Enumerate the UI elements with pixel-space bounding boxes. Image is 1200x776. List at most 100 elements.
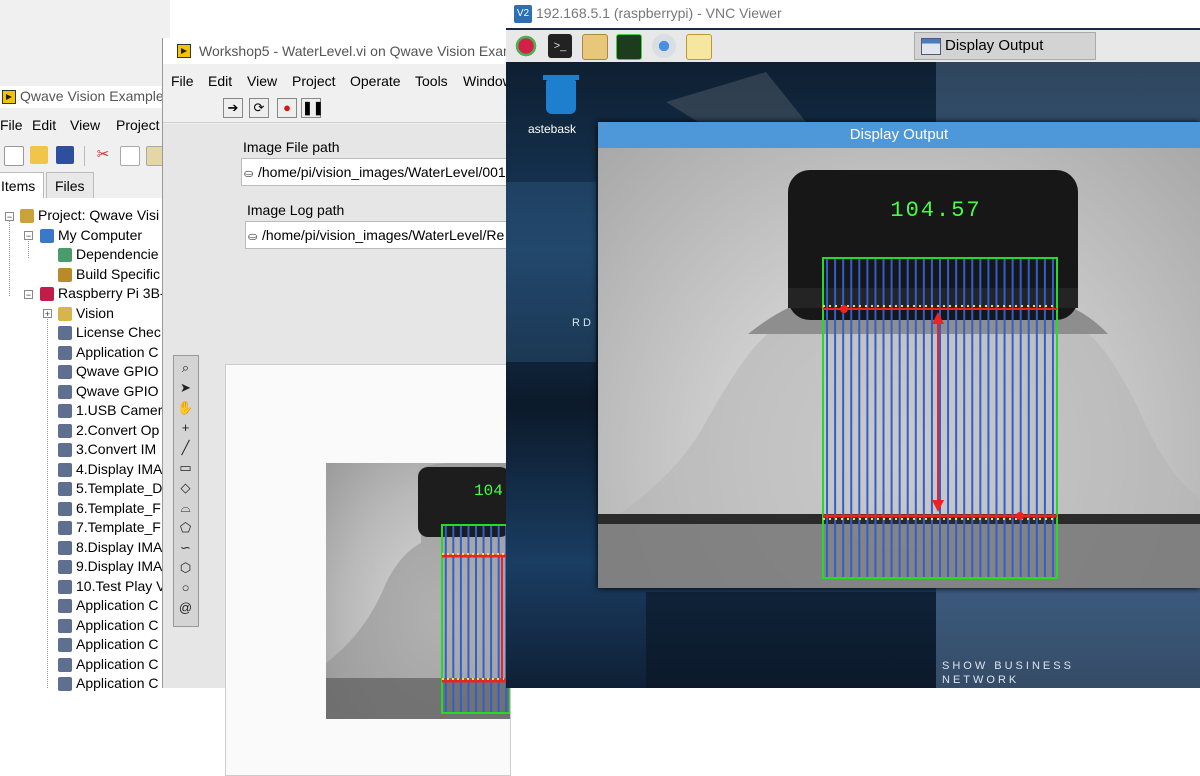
image-log-path-value: /home/pi/vision_images/WaterLevel/Re	[262, 227, 505, 243]
window-title: Qwave Vision Example.	[20, 88, 168, 104]
tab-items[interactable]: Items	[0, 172, 45, 198]
polygon-tool-icon[interactable]: ⬠	[176, 518, 195, 537]
tree-item-label: 7.Template_F	[76, 519, 161, 535]
path-browse-icon[interactable]: ⛀	[244, 161, 254, 185]
tree-item[interactable]: Application C	[58, 655, 159, 674]
cut-icon[interactable]: ✂	[94, 146, 112, 164]
menu-project[interactable]: Project	[116, 117, 160, 133]
tree-item[interactable]: Application C	[58, 635, 159, 654]
image-display[interactable]: 104.	[225, 364, 511, 776]
vi-icon	[58, 423, 72, 438]
vi-icon	[58, 540, 72, 555]
collapse-icon[interactable]: −	[5, 212, 14, 222]
display-output-titlebar[interactable]: Display Output	[598, 122, 1200, 148]
menu-view[interactable]: View	[247, 73, 277, 89]
tab-files[interactable]: Files	[46, 172, 94, 198]
terminal-icon[interactable]: >_	[548, 34, 572, 58]
tree-item-label: 10.Test Play V	[76, 577, 166, 594]
copy-icon[interactable]	[120, 146, 140, 166]
run-continuously-icon[interactable]: ⟳	[249, 98, 269, 118]
tree-item[interactable]: Build Specific	[58, 265, 160, 284]
camera-view[interactable]: 104.57	[598, 148, 1200, 588]
freehand-region-tool-icon[interactable]: ⬡	[176, 558, 195, 577]
task-manager-icon[interactable]	[616, 34, 642, 60]
tree-item[interactable]: Application C	[58, 674, 159, 693]
labview-icon	[2, 90, 16, 104]
tree-item[interactable]: Application C	[58, 343, 159, 362]
image-file-path-control[interactable]: ⛀/home/pi/vision_images/WaterLevel/001	[241, 158, 509, 186]
run-arrow-icon[interactable]: ➔	[223, 98, 243, 118]
browser-icon[interactable]	[652, 34, 676, 58]
save-all-icon[interactable]	[56, 146, 74, 164]
tree-item[interactable]: Qwave GPIO	[58, 382, 158, 401]
vi-titlebar[interactable]: Workshop5 - WaterLevel.vi on Qwave Visio…	[163, 38, 522, 64]
tree-item-label: Application C	[76, 616, 159, 633]
vnc-titlebar[interactable]: V2 192.168.5.1 (raspberrypi) - VNC Viewe…	[506, 0, 1200, 28]
tree-item[interactable]: Dependencie	[58, 245, 159, 264]
collapse-icon[interactable]: −	[24, 290, 33, 300]
open-folder-icon[interactable]	[30, 146, 48, 164]
labview-run-icon[interactable]	[686, 34, 712, 60]
vi-icon	[58, 638, 72, 653]
pan-hand-icon[interactable]: ✋	[176, 398, 195, 417]
project-icon	[20, 209, 34, 224]
tree-item[interactable]: Raspberry Pi 3B-	[40, 284, 165, 303]
vi-icon	[58, 443, 72, 458]
bottle-cap	[418, 467, 510, 537]
vi-icon	[58, 384, 72, 399]
menu-edit[interactable]: Edit	[32, 117, 56, 133]
path-browse-icon[interactable]: ⛀	[248, 224, 258, 248]
collapse-icon[interactable]: −	[24, 231, 33, 241]
menu-operate[interactable]: Operate	[350, 73, 401, 89]
tree-item[interactable]: 2.Convert Op	[58, 421, 159, 440]
display-output-taskbutton[interactable]: Display Output	[914, 32, 1096, 60]
new-icon[interactable]	[4, 146, 24, 166]
vi-icon	[58, 521, 72, 536]
tree-item[interactable]: 3.Convert IM	[58, 440, 156, 459]
menu-project[interactable]: Project	[292, 73, 336, 89]
rotated-rect-tool-icon[interactable]: ◇	[176, 478, 195, 497]
tree-item[interactable]: License Chec	[58, 323, 161, 342]
rectangle-tool-icon[interactable]: ▭	[176, 458, 195, 477]
freehand-tool-icon[interactable]: ∽	[176, 538, 195, 557]
wallpaper-panel	[646, 592, 936, 688]
menu-edit[interactable]: Edit	[208, 73, 232, 89]
menu-view[interactable]: View	[70, 117, 100, 133]
raspberry-menu-icon[interactable]	[514, 34, 538, 58]
tree-item[interactable]: 9.Display IMA	[58, 557, 162, 576]
tree-item[interactable]: Project: Qwave Visi	[20, 206, 159, 225]
expand-icon[interactable]: +	[43, 309, 52, 319]
menu-tools[interactable]: Tools	[415, 73, 448, 89]
tree-item[interactable]: 5.Template_D	[58, 479, 162, 498]
menu-file[interactable]: File	[0, 117, 23, 133]
wallpaper-text: SHOW BUSINESS	[942, 660, 1074, 672]
image-log-path-control[interactable]: ⛀/home/pi/vision_images/WaterLevel/Re	[245, 221, 509, 249]
point-tool-icon[interactable]: +	[176, 418, 195, 437]
menu-file[interactable]: File	[171, 73, 194, 89]
file-manager-icon[interactable]	[582, 34, 608, 60]
tree-item[interactable]: Application C	[58, 596, 159, 615]
tree-item[interactable]: 4.Display IMA	[58, 460, 162, 479]
annulus-tool-icon[interactable]: ⌓	[176, 498, 195, 517]
tree-item[interactable]: 1.USB Camer	[58, 401, 162, 420]
tree-item[interactable]: 7.Template_F	[58, 518, 161, 537]
project-explorer-titlebar[interactable]: Qwave Vision Example.	[0, 86, 170, 108]
tree-item[interactable]: 6.Template_F	[58, 499, 161, 518]
tree-item[interactable]: 8.Display IMA	[58, 538, 162, 557]
zoom-icon[interactable]: ⌕	[176, 358, 195, 377]
vi-icon	[58, 345, 72, 360]
line-tool-icon[interactable]: ╱	[176, 438, 195, 457]
tree-item[interactable]: My Computer	[40, 226, 142, 245]
spiral-tool-icon[interactable]: @	[176, 598, 195, 617]
abort-icon[interactable]: ●	[277, 98, 297, 118]
pointer-icon[interactable]: ➤	[176, 378, 195, 397]
tree-item[interactable]: Qwave GPIO	[58, 362, 158, 381]
tree-item[interactable]: Vision	[58, 304, 114, 323]
tree-item[interactable]: Application C	[58, 616, 159, 635]
tree-item[interactable]: 10.Test Play V	[58, 577, 166, 596]
trash-icon[interactable]	[543, 75, 579, 114]
tree-item-label: 4.Display IMA	[76, 460, 163, 477]
pause-icon[interactable]: ❚❚	[301, 98, 324, 118]
tree-item-label: Qwave GPIO	[76, 382, 159, 399]
oval-tool-icon[interactable]: ○	[176, 578, 195, 597]
